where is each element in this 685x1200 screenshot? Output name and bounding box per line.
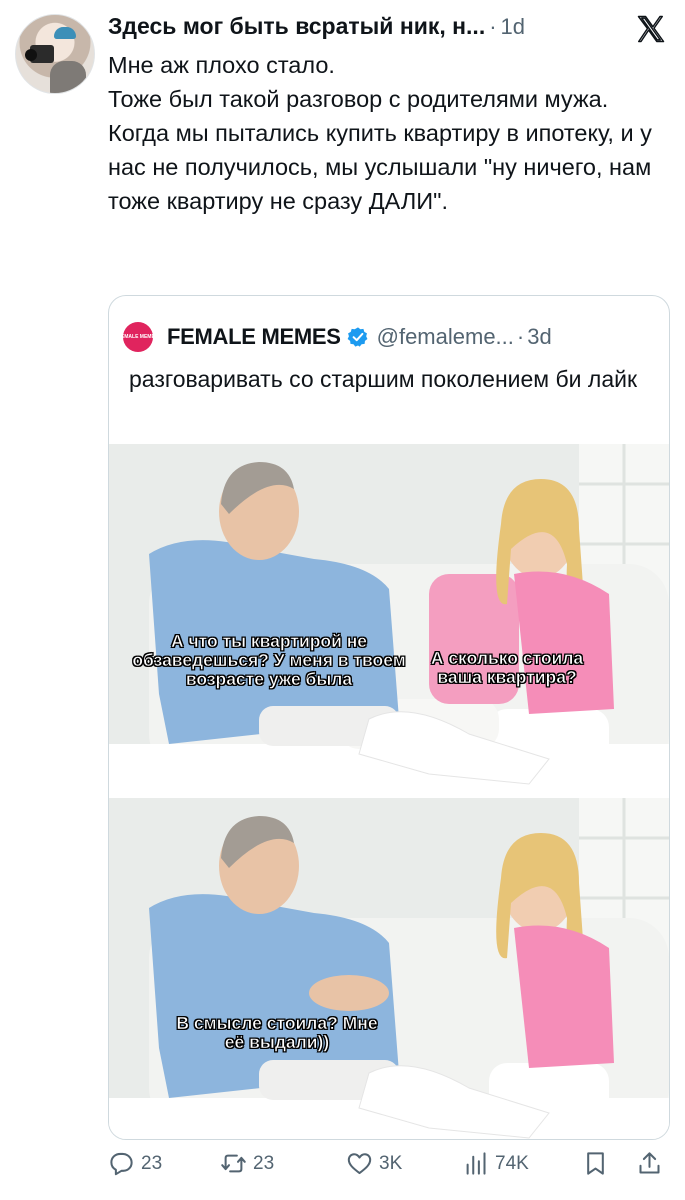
avatar-hat [54,27,76,39]
avatar-lens [25,49,37,61]
quoted-tweet[interactable]: FEMALE MEMES FEMALE MEMES @femaleme... ·… [108,295,670,1140]
author-name[interactable]: Здесь мог быть всратый ник, н... [108,13,485,40]
share-button[interactable] [636,1150,669,1177]
repost-icon [221,1154,246,1173]
tweet-text: Мне аж плохо стало. Тоже был такой разго… [108,48,668,218]
quote-time[interactable]: 3d [527,324,551,350]
meme-divider [109,789,669,798]
tweet-paragraph: Когда мы пытались купить квартиру в ипот… [108,120,652,214]
separator-dot: · [516,324,525,349]
tweet-paragraph: Тоже был такой разговор с родителями муж… [108,86,609,112]
meme-caption-father: В смысле стоила? Мне её выдали)) [176,1013,378,1052]
reply-button[interactable]: 23 [108,1150,162,1177]
share-icon [639,1152,660,1174]
bookmark-icon [587,1152,604,1175]
meme-photo-top [109,444,669,789]
meme-panel-top[interactable]: А что ты квартирой не обзаведешься? У ме… [109,444,669,789]
quote-avatar[interactable]: FEMALE MEMES [118,322,158,352]
tweet-paragraph: Мне аж плохо стало. [108,52,335,78]
bookmark-button[interactable] [582,1150,615,1177]
author-avatar[interactable] [15,14,95,94]
quote-text: разговаривать со старшим поколением би л… [129,366,638,392]
meme-caption-father: А что ты квартирой не обзаведешься? У ме… [132,631,406,689]
quote-author-name[interactable]: FEMALE MEMES [167,324,341,350]
meme-photo-bottom [109,798,669,1139]
repost-button[interactable]: 23 [220,1150,274,1177]
reply-count: 23 [141,1152,163,1174]
reply-icon [110,1152,133,1176]
tweet-header: Здесь мог быть всратый ник, н... · 1d [108,13,628,45]
x-logo-icon [637,15,665,43]
meme-caption-daughter: А сколько стоила ваша квартира? [430,648,584,687]
like-button[interactable]: 3K [346,1150,402,1177]
repost-count: 23 [253,1152,275,1174]
views-count: 74K [495,1152,529,1174]
tweet-time[interactable]: 1d [501,14,525,40]
avatar-figure [50,61,86,93]
like-count: 3K [379,1152,403,1174]
views-button[interactable]: 74K [462,1150,529,1177]
action-bar: 23 23 3K 74K [108,1150,668,1186]
views-icon [466,1152,486,1175]
separator-dot: · [489,14,497,39]
meme-panel-bottom[interactable]: В смысле стоила? Мне её выдали)) [109,798,669,1139]
quote-handle[interactable]: @femaleme... [377,324,514,350]
quote-header: FEMALE MEMES FEMALE MEMES @femaleme... ·… [118,322,552,352]
verified-icon [347,327,368,347]
like-icon [347,1153,372,1175]
